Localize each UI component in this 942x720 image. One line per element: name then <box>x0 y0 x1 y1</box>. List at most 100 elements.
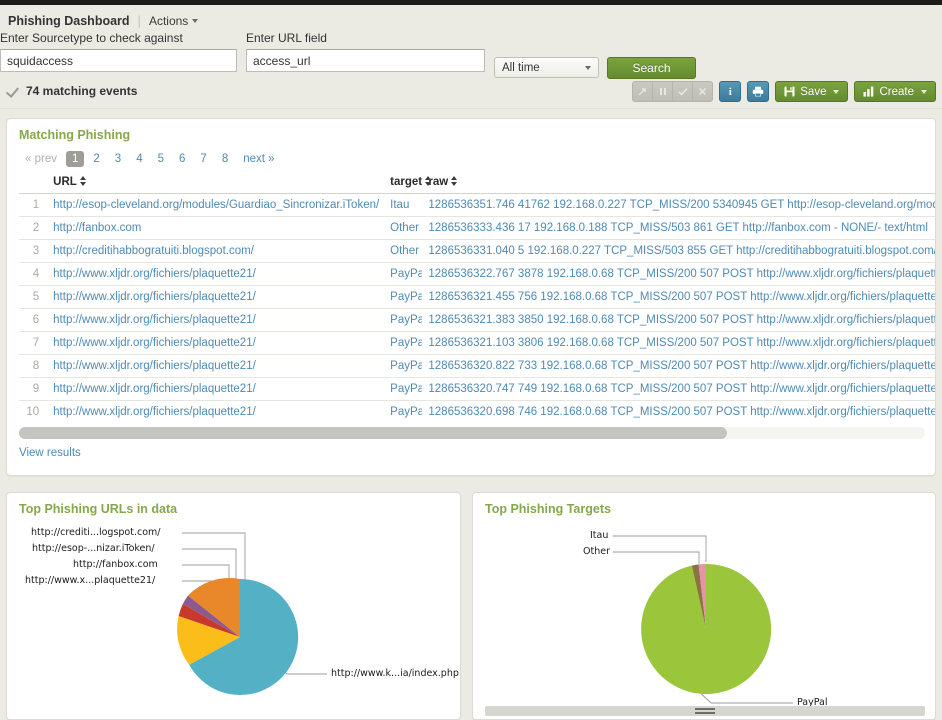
results-panel-title: Matching Phishing <box>7 119 935 148</box>
row-number: 5 <box>19 286 47 309</box>
pagination-page-3[interactable]: 3 <box>109 151 127 167</box>
column-header-target[interactable]: target <box>384 173 422 194</box>
pagination-next[interactable]: next » <box>237 151 280 167</box>
pagination-page-6[interactable]: 6 <box>173 151 191 167</box>
cell-target[interactable]: Other <box>384 240 422 263</box>
cell-raw[interactable]: 1286536321.383 3850 192.168.0.68 TCP_MIS… <box>422 309 935 332</box>
cell-url[interactable]: http://www.xljdr.org/fichiers/plaquette2… <box>47 378 384 401</box>
column-header-url[interactable]: URL <box>47 173 384 194</box>
column-header-raw[interactable]: raw <box>422 173 935 194</box>
cell-target[interactable]: PayPal <box>384 332 422 355</box>
sourcetype-label: Enter Sourcetype to check against <box>0 31 237 45</box>
row-number: 3 <box>19 240 47 263</box>
cell-url[interactable]: http://www.xljdr.org/fichiers/plaquette2… <box>47 355 384 378</box>
cell-raw[interactable]: 1286536322.767 3878 192.168.0.68 TCP_MIS… <box>422 263 935 286</box>
save-button[interactable]: Save <box>775 81 848 102</box>
cell-raw[interactable]: 1286536331.040 5 192.168.0.227 TCP_MISS/… <box>422 240 935 263</box>
table-row: 6http://www.xljdr.org/fichiers/plaquette… <box>19 309 935 332</box>
cell-url[interactable]: http://www.xljdr.org/fichiers/plaquette2… <box>47 332 384 355</box>
cell-url[interactable]: http://www.xljdr.org/fichiers/plaquette2… <box>47 286 384 309</box>
cancel-button[interactable] <box>692 81 713 102</box>
chevron-down-icon <box>921 90 927 94</box>
cell-url[interactable]: http://creditihabbogratuiti.blogspot.com… <box>47 240 384 263</box>
results-horizontal-scrollbar[interactable] <box>19 427 925 439</box>
sort-icon <box>425 176 432 186</box>
results-toolbar: i Save <box>632 81 936 102</box>
pie-label-other: Other <box>583 546 610 557</box>
app-header: Phishing Dashboard | Actions <box>0 5 942 31</box>
pie-label-fanbox: http://fanbox.com <box>73 559 158 570</box>
cell-url[interactable]: http://www.xljdr.org/fichiers/plaquette2… <box>47 309 384 332</box>
cell-raw[interactable]: 1286536351.746 41762 192.168.0.227 TCP_M… <box>422 194 935 217</box>
column-header-url-label: URL <box>53 176 77 188</box>
create-label: Create <box>879 86 914 98</box>
cell-target[interactable]: PayPal <box>384 401 422 424</box>
view-results-link[interactable]: View results <box>19 447 81 459</box>
sourcetype-input[interactable] <box>0 49 237 72</box>
cell-url[interactable]: http://www.xljdr.org/fichiers/plaquette2… <box>47 263 384 286</box>
cell-target[interactable]: Itau <box>384 194 422 217</box>
cell-raw[interactable]: 1286536320.822 733 192.168.0.68 TCP_MISS… <box>422 355 935 378</box>
top-phishing-targets-title: Top Phishing Targets <box>473 493 935 522</box>
pie-chart-targets <box>473 522 936 717</box>
actions-menu-label: Actions <box>149 14 188 28</box>
pie-label-itau: Itau <box>590 530 608 541</box>
pagination-page-7[interactable]: 7 <box>194 151 212 167</box>
printer-icon <box>752 86 764 97</box>
targets-chart-scrollbar[interactable] <box>485 706 925 716</box>
cell-raw[interactable]: 1286536321.455 756 192.168.0.68 TCP_MISS… <box>422 286 935 309</box>
row-number: 6 <box>19 309 47 332</box>
cell-url[interactable]: http://fanbox.com <box>47 217 384 240</box>
cell-target[interactable]: Other <box>384 217 422 240</box>
row-number: 10 <box>19 401 47 424</box>
pie-slice-paypal <box>641 564 771 694</box>
url-field-input[interactable] <box>246 49 485 72</box>
table-row: 7http://www.xljdr.org/fichiers/plaquette… <box>19 332 935 355</box>
send-to-background-button[interactable] <box>632 81 653 102</box>
table-row: 9http://www.xljdr.org/fichiers/plaquette… <box>19 378 935 401</box>
cell-url[interactable]: http://www.xljdr.org/fichiers/plaquette2… <box>47 401 384 424</box>
event-count-label: 74 matching events <box>26 84 137 98</box>
results-table-scroll-area: URL target raw 1http://esop-cleveland.or… <box>19 173 935 423</box>
table-row: 5http://www.xljdr.org/fichiers/plaquette… <box>19 286 935 309</box>
pause-button[interactable] <box>652 81 673 102</box>
resize-grip-icon[interactable] <box>695 708 715 714</box>
row-number: 9 <box>19 378 47 401</box>
results-table: URL target raw 1http://esop-cleveland.or… <box>19 173 935 423</box>
cell-target[interactable]: PayPal <box>384 263 422 286</box>
search-form: Enter Sourcetype to check against Enter … <box>0 31 942 79</box>
table-row: 8http://www.xljdr.org/fichiers/plaquette… <box>19 355 935 378</box>
cell-target[interactable]: PayPal <box>384 355 422 378</box>
search-button[interactable]: Search <box>607 57 696 79</box>
cell-target[interactable]: PayPal <box>384 378 422 401</box>
time-range-picker[interactable]: All time <box>494 57 599 78</box>
actions-menu[interactable]: Actions <box>149 14 198 28</box>
top-phishing-urls-panel: Top Phishing URLs in data <box>6 492 461 720</box>
cell-target[interactable]: PayPal <box>384 309 422 332</box>
top-phishing-targets-panel: Top Phishing Targets Itau Other PayPal <box>472 492 936 720</box>
pagination-page-5[interactable]: 5 <box>152 151 170 167</box>
cell-raw[interactable]: 1286536320.698 746 192.168.0.68 TCP_MISS… <box>422 401 935 424</box>
sourcetype-field-group: Enter Sourcetype to check against <box>0 31 237 72</box>
pagination-page-8[interactable]: 8 <box>216 151 234 167</box>
pagination-page-1[interactable]: 1 <box>66 151 84 167</box>
info-icon: i <box>729 86 732 98</box>
cell-url[interactable]: http://esop-cleveland.org/modules/Guardi… <box>47 194 384 217</box>
info-button[interactable]: i <box>719 81 741 102</box>
pie-slices <box>641 564 771 694</box>
table-row: 10http://www.xljdr.org/fichiers/plaquett… <box>19 401 935 424</box>
finalize-button[interactable] <box>672 81 693 102</box>
top-phishing-targets-chart: Itau Other PayPal <box>473 522 935 707</box>
cell-raw[interactable]: 1286536321.103 3806 192.168.0.68 TCP_MIS… <box>422 332 935 355</box>
scrollbar-thumb[interactable] <box>19 427 727 439</box>
pagination-page-2[interactable]: 2 <box>87 151 105 167</box>
cell-raw[interactable]: 1286536320.747 749 192.168.0.68 TCP_MISS… <box>422 378 935 401</box>
create-button[interactable]: Create <box>854 81 936 102</box>
pagination-prev[interactable]: « prev <box>19 151 63 167</box>
cell-raw[interactable]: 1286536333.436 17 192.168.0.188 TCP_MISS… <box>422 217 935 240</box>
pagination-page-4[interactable]: 4 <box>130 151 148 167</box>
page-title: Phishing Dashboard <box>8 14 130 28</box>
chevron-down-icon <box>192 19 198 23</box>
print-button[interactable] <box>747 81 769 102</box>
cell-target[interactable]: PayPal <box>384 286 422 309</box>
